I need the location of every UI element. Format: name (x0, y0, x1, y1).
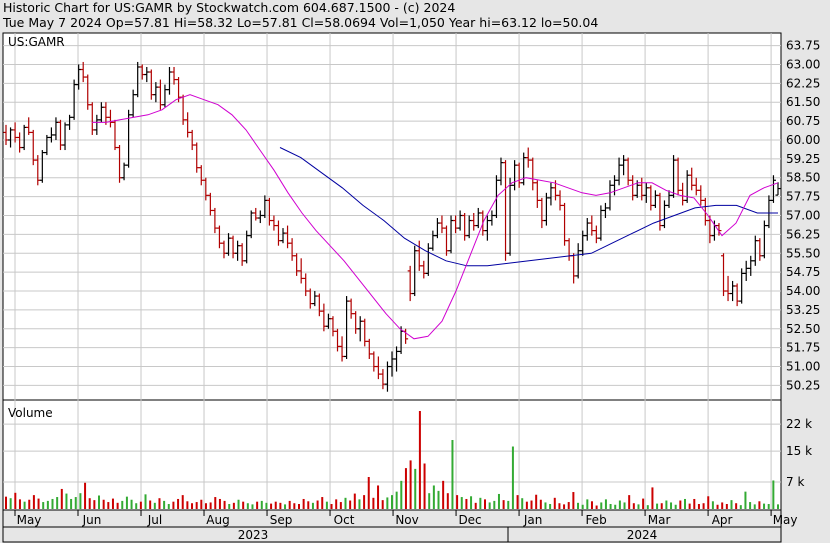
price-tick-label: 50.25 (786, 378, 820, 392)
volume-panel (2, 399, 782, 511)
price-tick-label: 57.00 (786, 209, 820, 223)
month-label: May (17, 513, 42, 527)
price-tick-label: 55.50 (786, 246, 820, 260)
month-label: Jul (147, 513, 162, 527)
price-tick-label: 57.75 (786, 190, 820, 204)
price-tick-label: 60.75 (786, 114, 820, 128)
time-axis: May Jun Jul Aug Sep Oct Nov Dec Jan Feb Mar Apr May … (2, 509, 798, 543)
price-tick-label: 54.75 (786, 265, 820, 279)
price-tick-label: 59.25 (786, 152, 820, 166)
month-label: Jan (523, 513, 543, 527)
month-label: Oct (334, 513, 355, 527)
price-tick-label: 52.50 (786, 322, 820, 336)
price-tick-label: 54.00 (786, 284, 820, 298)
price-tick-label: 61.50 (786, 95, 820, 109)
month-label: Nov (395, 513, 418, 527)
volume-tick-label: 15 k (786, 444, 812, 458)
month-label: Sep (270, 513, 293, 527)
volume-axis-labels: 22 k 15 k 7 k (786, 417, 812, 489)
volume-title: Volume (8, 406, 53, 420)
price-tick-label: 56.25 (786, 227, 820, 241)
price-tick-label: 63.75 (786, 39, 820, 53)
month-label: Aug (206, 513, 229, 527)
price-tick-label: 53.25 (786, 303, 820, 317)
price-tick-label: 62.25 (786, 76, 820, 90)
year-label: 2023 (238, 528, 269, 542)
price-axis-labels: 63.75 63.00 62.25 61.50 60.75 60.00 59.25 58.50… (786, 39, 820, 393)
price-tick-label: 60.00 (786, 133, 820, 147)
month-label: Apr (712, 513, 733, 527)
price-volume-chart: 63.75 63.00 62.25 61.50 60.75 60.00 59.25 58.50… (2, 32, 820, 543)
month-label: Mar (648, 513, 671, 527)
price-tick-label: 51.00 (786, 360, 820, 374)
price-tick-label: 51.75 (786, 341, 820, 355)
symbol-label: US:GAMR (8, 35, 65, 49)
volume-tick-label: 22 k (786, 417, 812, 431)
month-label: Dec (458, 513, 481, 527)
year-label: 2024 (627, 528, 658, 542)
month-label: May (773, 513, 798, 527)
price-tick-label: 63.00 (786, 57, 820, 71)
month-label: Feb (585, 513, 606, 527)
month-label: Jun (82, 513, 102, 527)
volume-tick-label: 7 k (786, 475, 804, 489)
price-tick-label: 58.50 (786, 171, 820, 185)
